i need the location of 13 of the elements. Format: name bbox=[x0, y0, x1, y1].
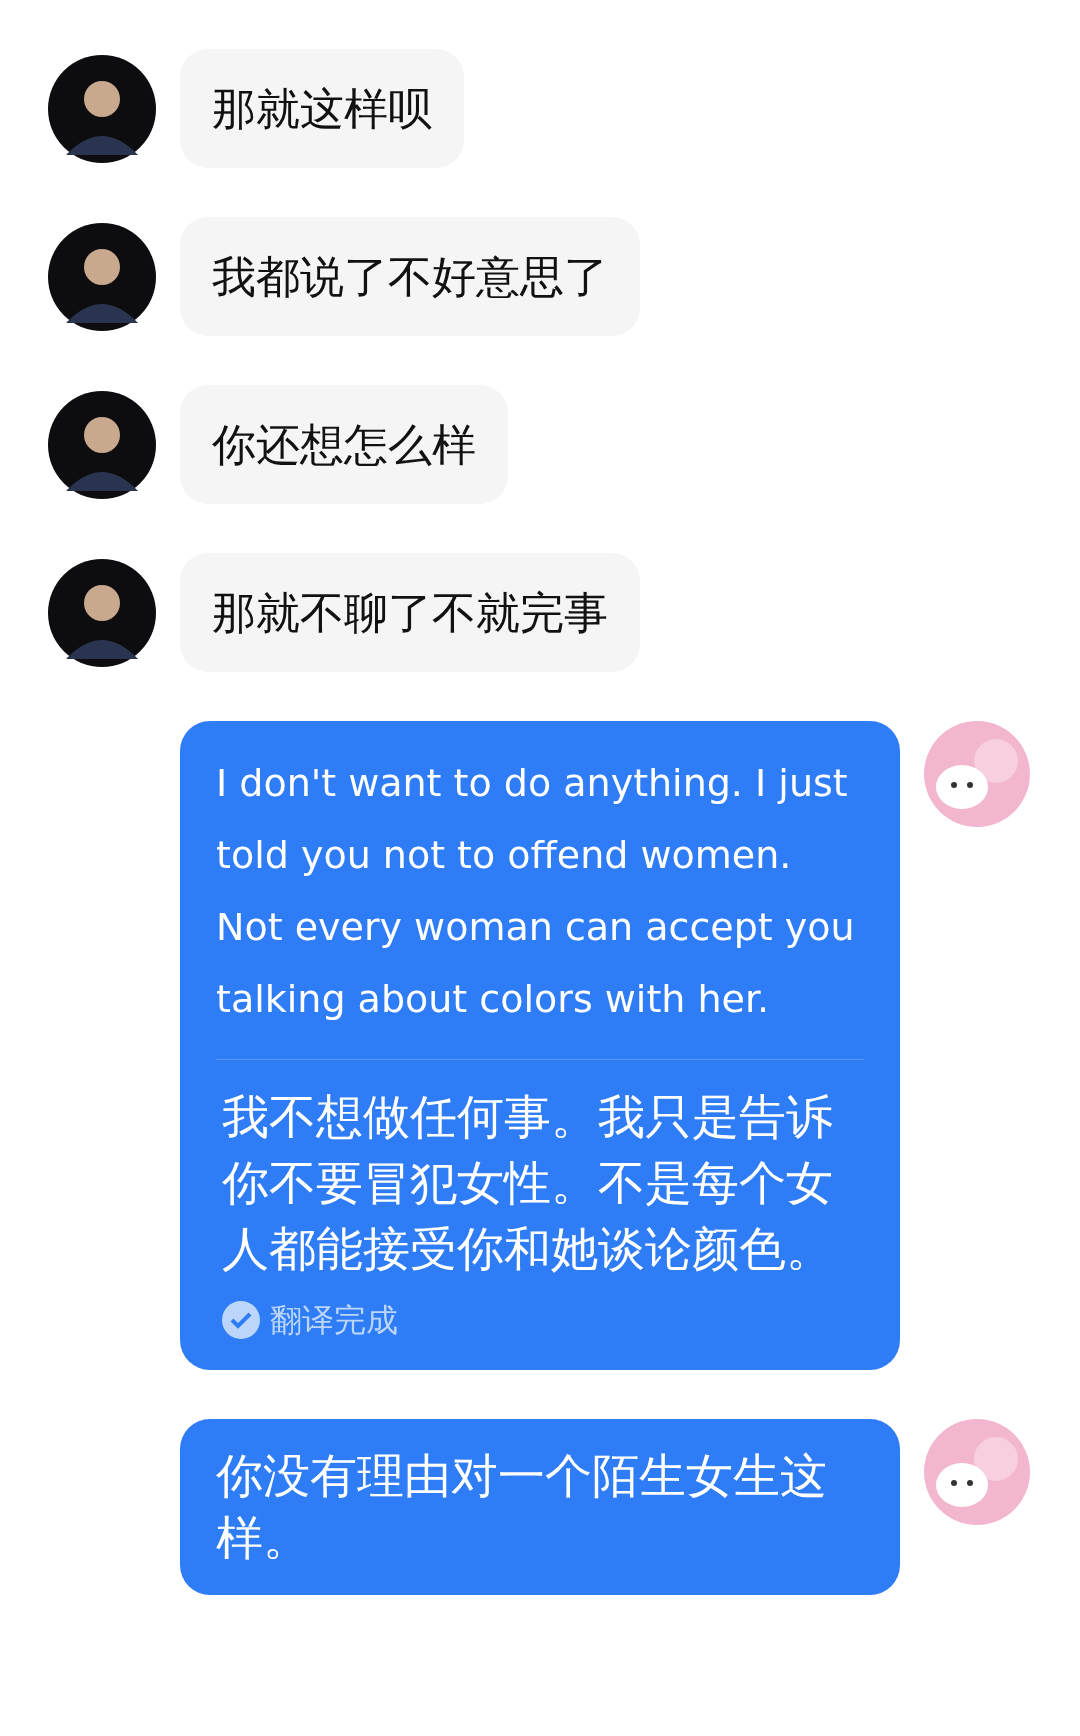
avatar[interactable] bbox=[48, 222, 156, 331]
message-bubble: 那就这样呗 bbox=[180, 49, 464, 168]
message-text: 你没有理由对一个陌生女生这样。 bbox=[216, 1448, 828, 1566]
avatar[interactable] bbox=[48, 54, 156, 163]
avatar[interactable] bbox=[48, 558, 156, 667]
message-bubble: 你还想怎么样 bbox=[180, 385, 508, 504]
message-text: I don't want to do anything. I just told you not to offend women. Not every woman can accept you talking about colors with her. bbox=[216, 760, 856, 1023]
check-icon bbox=[222, 1301, 260, 1339]
translation-status: 翻译完成 bbox=[270, 1301, 398, 1340]
avatar[interactable] bbox=[48, 390, 156, 499]
message-bubble: 那就不聊了不就完事 bbox=[180, 553, 640, 672]
message-bubble: 我都说了不好意思了 bbox=[180, 217, 640, 336]
translation-text: 我不想做任何事。我只是告诉你不要冒犯女性。不是每个女人都能接受你和她谈论颜色。 bbox=[221, 1089, 834, 1277]
